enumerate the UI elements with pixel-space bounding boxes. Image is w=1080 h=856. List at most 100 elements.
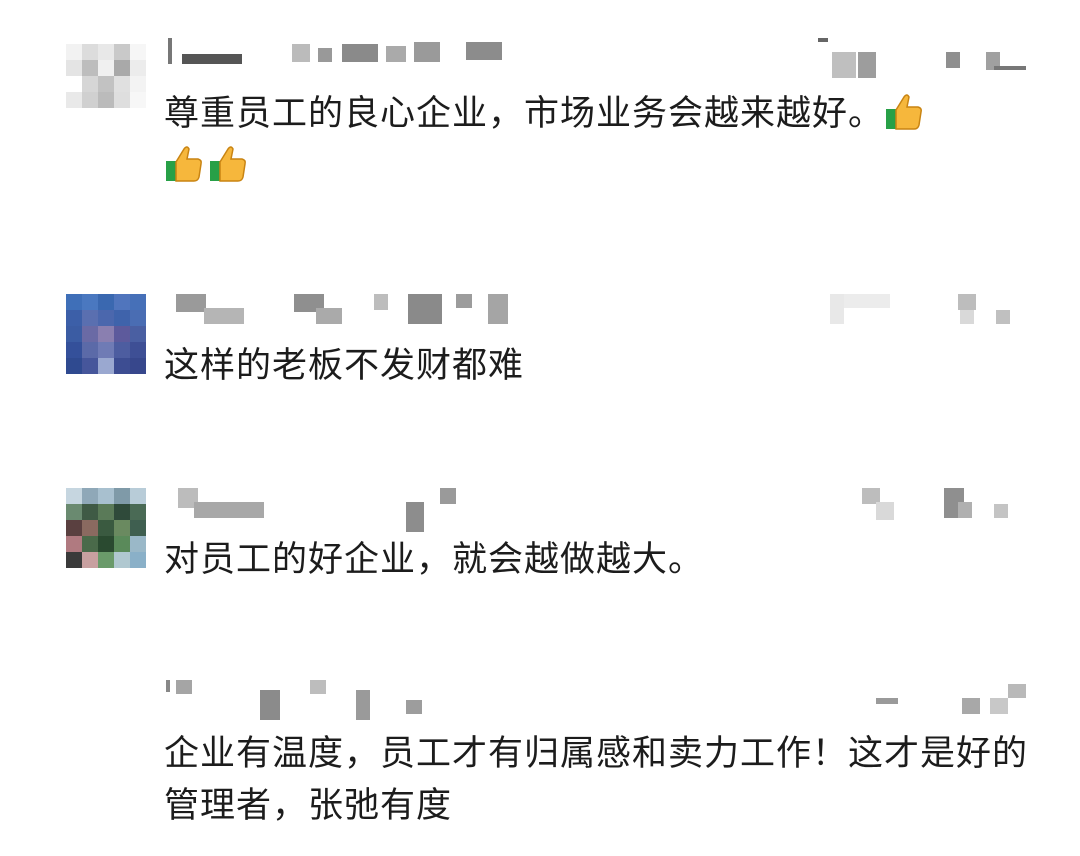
comment-text: 尊重员工的良心企业，市场业务会越来越好。 bbox=[164, 88, 1044, 192]
avatar-pixel bbox=[98, 488, 114, 504]
comment-body: 这样的老板不发财都难 bbox=[164, 346, 525, 386]
avatar-pixel bbox=[98, 536, 114, 552]
avatar-pixel bbox=[130, 294, 146, 310]
avatar-pixel bbox=[66, 342, 82, 358]
comment-item: 这样的老板不发财都难 bbox=[0, 280, 1080, 410]
comment-body: 企业有温度，员工才有归属感和卖力工作！这才是好的管理者，张弛有度 bbox=[164, 734, 1029, 826]
avatar-pixel bbox=[98, 358, 114, 374]
avatar-pixel bbox=[98, 552, 114, 568]
user-avatar[interactable] bbox=[66, 488, 146, 568]
avatar-pixel bbox=[82, 44, 98, 60]
avatar-pixel bbox=[130, 552, 146, 568]
comment-meta-redacted bbox=[876, 680, 1026, 714]
username-redacted[interactable] bbox=[168, 38, 508, 64]
avatar-pixel bbox=[98, 504, 114, 520]
comment-item: 尊重员工的良心企业，市场业务会越来越好。 bbox=[0, 0, 1080, 230]
thumbs-up-icon bbox=[164, 143, 204, 183]
thumbs-up-icon bbox=[884, 91, 924, 131]
avatar-pixel bbox=[114, 326, 130, 342]
username-redacted[interactable] bbox=[166, 680, 426, 720]
comment-item: 企业有温度，员工才有归属感和卖力工作！这才是好的管理者，张弛有度 bbox=[0, 670, 1080, 856]
avatar-pixel bbox=[130, 358, 146, 374]
avatar-pixel bbox=[98, 44, 114, 60]
avatar-pixel bbox=[98, 60, 114, 76]
avatar-pixel bbox=[66, 76, 82, 92]
username-redacted[interactable] bbox=[176, 294, 526, 324]
avatar-pixel bbox=[114, 294, 130, 310]
avatar-pixel bbox=[114, 342, 130, 358]
avatar-pixel bbox=[130, 488, 146, 504]
avatar-pixel bbox=[66, 358, 82, 374]
avatar-pixel bbox=[82, 108, 98, 124]
comment-meta-redacted bbox=[862, 488, 1012, 520]
avatar-pixel bbox=[114, 76, 130, 92]
avatar-pixel bbox=[98, 326, 114, 342]
avatar-pixel bbox=[66, 488, 82, 504]
avatar-pixel bbox=[82, 60, 98, 76]
avatar-pixel bbox=[98, 76, 114, 92]
avatar-pixel bbox=[82, 76, 98, 92]
avatar-pixel bbox=[98, 520, 114, 536]
avatar-pixel bbox=[130, 342, 146, 358]
avatar-pixel bbox=[130, 92, 146, 108]
avatar-pixel bbox=[66, 536, 82, 552]
avatar-pixel bbox=[130, 76, 146, 92]
avatar-pixel bbox=[130, 44, 146, 60]
avatar-pixel bbox=[66, 326, 82, 342]
comment-text: 企业有温度，员工才有归属感和卖力工作！这才是好的管理者，张弛有度 bbox=[164, 728, 1044, 832]
avatar-pixel bbox=[98, 108, 114, 124]
comment-meta-redacted bbox=[818, 38, 1028, 78]
username-redacted[interactable] bbox=[178, 488, 468, 532]
avatar-pixel bbox=[130, 536, 146, 552]
avatar-pixel bbox=[114, 520, 130, 536]
comment-item: 对员工的好企业，就会越做越大。 bbox=[0, 476, 1080, 606]
avatar-pixel bbox=[82, 536, 98, 552]
avatar-pixel bbox=[66, 310, 82, 326]
avatar-pixel bbox=[66, 294, 82, 310]
avatar-pixel bbox=[98, 92, 114, 108]
avatar-pixel bbox=[82, 326, 98, 342]
avatar-pixel bbox=[130, 326, 146, 342]
avatar-pixel bbox=[114, 92, 130, 108]
user-avatar[interactable] bbox=[66, 44, 146, 124]
comment-body: 尊重员工的良心企业，市场业务会越来越好。 bbox=[164, 94, 885, 134]
avatar-pixel bbox=[130, 520, 146, 536]
avatar-pixel bbox=[66, 60, 82, 76]
user-avatar[interactable] bbox=[66, 294, 146, 374]
avatar-pixel bbox=[114, 310, 130, 326]
avatar-pixel bbox=[82, 504, 98, 520]
avatar-pixel bbox=[66, 44, 82, 60]
avatar-pixel bbox=[82, 520, 98, 536]
avatar-pixel bbox=[114, 536, 130, 552]
avatar-pixel bbox=[82, 92, 98, 108]
avatar-pixel bbox=[130, 310, 146, 326]
avatar-pixel bbox=[130, 60, 146, 76]
avatar-pixel bbox=[114, 488, 130, 504]
avatar-pixel bbox=[66, 520, 82, 536]
avatar-pixel bbox=[114, 358, 130, 374]
avatar-pixel bbox=[82, 488, 98, 504]
avatar-pixel bbox=[82, 552, 98, 568]
avatar-pixel bbox=[114, 552, 130, 568]
comment-body: 对员工的好企业，就会越做越大。 bbox=[164, 540, 705, 580]
avatar-pixel bbox=[82, 294, 98, 310]
thumbs-up-icon bbox=[208, 143, 248, 183]
avatar-pixel bbox=[98, 310, 114, 326]
avatar-pixel bbox=[82, 342, 98, 358]
avatar-pixel bbox=[82, 358, 98, 374]
comment-text: 这样的老板不发财都难 bbox=[164, 340, 1044, 392]
avatar-pixel bbox=[66, 108, 82, 124]
avatar-pixel bbox=[130, 504, 146, 520]
avatar-pixel bbox=[66, 92, 82, 108]
avatar-pixel bbox=[130, 108, 146, 124]
avatar-pixel bbox=[114, 44, 130, 60]
avatar-pixel bbox=[114, 60, 130, 76]
comment-meta-redacted bbox=[830, 294, 1020, 324]
comment-text: 对员工的好企业，就会越做越大。 bbox=[164, 534, 1044, 586]
avatar-pixel bbox=[98, 294, 114, 310]
avatar-pixel bbox=[114, 108, 130, 124]
avatar-pixel bbox=[66, 552, 82, 568]
avatar-pixel bbox=[114, 504, 130, 520]
avatar-pixel bbox=[66, 504, 82, 520]
avatar-pixel bbox=[82, 310, 98, 326]
